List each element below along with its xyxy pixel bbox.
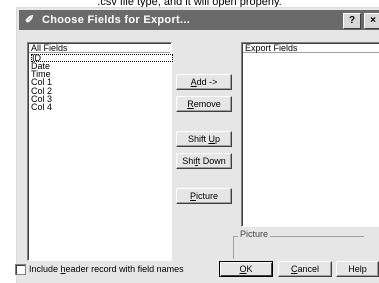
- list-item[interactable]: Time: [31, 70, 173, 79]
- picture-button[interactable]: Picture: [176, 188, 232, 204]
- picture-groupbox: [233, 236, 364, 259]
- all-fields-list[interactable]: All Fields ID Date Time Col 1 Col 2 Col …: [27, 42, 173, 261]
- ok-button[interactable]: OK: [219, 261, 273, 277]
- all-fields-header: All Fields: [29, 43, 170, 53]
- add-button[interactable]: Add ->: [176, 74, 232, 90]
- shift-down-button[interactable]: Shift Down: [176, 153, 232, 169]
- export-fields-header: Export Fields: [243, 43, 379, 53]
- close-icon[interactable]: ×: [364, 13, 379, 29]
- export-fields-list[interactable]: Export Fields: [241, 42, 379, 227]
- list-item[interactable]: Date: [31, 61, 173, 70]
- include-header-label[interactable]: Include header record with field names: [29, 264, 184, 274]
- help-icon[interactable]: ?: [343, 13, 361, 29]
- brush-icon: ✐: [25, 14, 35, 26]
- cancel-button[interactable]: Cancel: [278, 261, 332, 277]
- help-button[interactable]: Help: [336, 261, 379, 277]
- picture-group-label: Picture: [238, 229, 271, 239]
- title-bar[interactable]: ✐ Choose Fields for Export... ? ×: [19, 10, 379, 30]
- remove-button[interactable]: Remove: [176, 96, 232, 112]
- list-item[interactable]: Col 1: [31, 78, 173, 87]
- list-item[interactable]: ID: [31, 54, 173, 63]
- list-item[interactable]: Col 3: [31, 94, 173, 103]
- list-item[interactable]: Col 2: [31, 86, 173, 95]
- include-header-checkbox[interactable]: [15, 264, 26, 275]
- window-title: Choose Fields for Export...: [42, 14, 191, 26]
- list-item[interactable]: Col 4: [31, 102, 173, 111]
- shift-up-button[interactable]: Shift Up: [176, 131, 232, 147]
- all-fields-items: ID Date Time Col 1 Col 2 Col 3 Col 4: [31, 54, 173, 112]
